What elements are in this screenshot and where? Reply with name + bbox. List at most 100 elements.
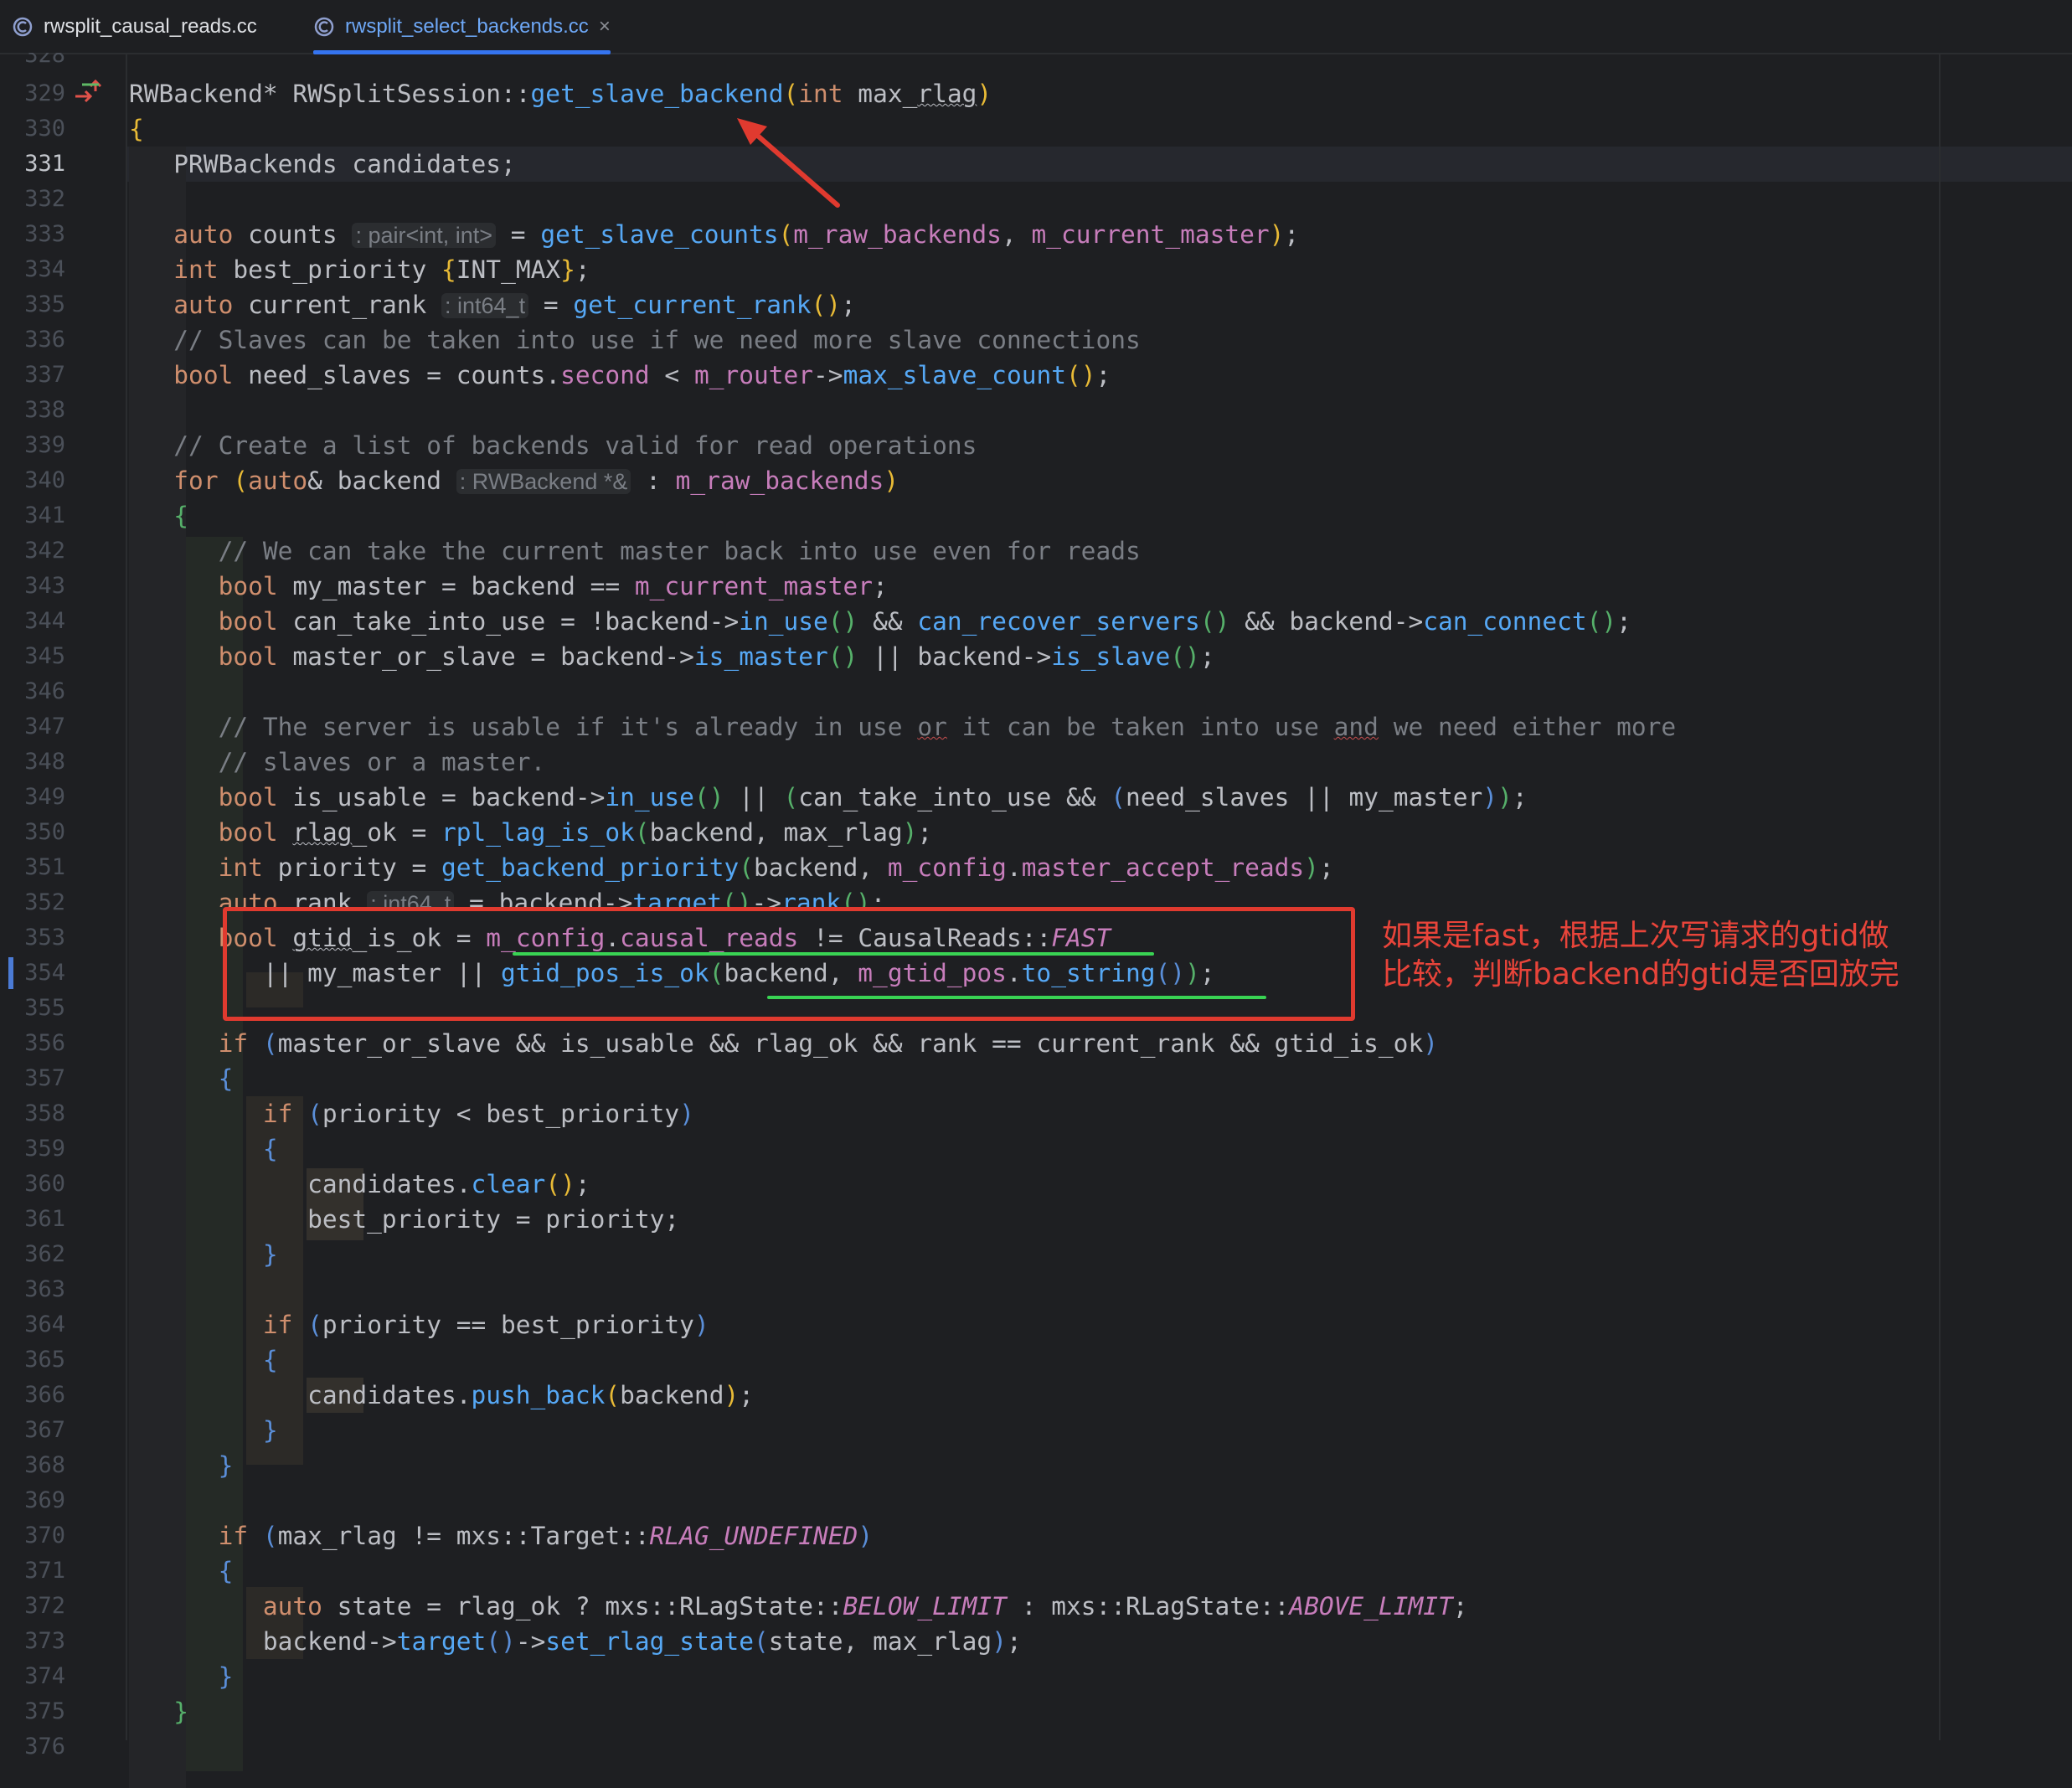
line-number[interactable]: 365: [0, 1342, 65, 1378]
code-line: // The server is usable if it's already …: [218, 713, 1677, 741]
line-number[interactable]: 335: [0, 287, 65, 322]
code-editor[interactable]: 328 329 330 331 332 333 334 335 336 337 338 339 340 3…: [0, 53, 2072, 1788]
line-number[interactable]: 369: [0, 1483, 65, 1518]
code-line: {: [262, 1346, 278, 1374]
cpp-file-icon: [12, 16, 34, 38]
line-number[interactable]: 344: [0, 604, 65, 639]
close-icon[interactable]: ×: [599, 15, 611, 39]
code-line: bool my_master = backend == m_current_ma…: [218, 572, 888, 600]
line-number[interactable]: 357: [0, 1061, 65, 1096]
tab-label: rwsplit_causal_reads.cc: [44, 14, 257, 38]
code-line: backend->target()->set_rlag_state(state,…: [129, 1627, 1022, 1656]
code-line: bool is_usable = backend->in_use() || (c…: [218, 783, 1528, 812]
code-line: // slaves or a master.: [218, 748, 546, 776]
tab-rwsplit-select-backends[interactable]: rwsplit_select_backends.cc ×: [313, 0, 611, 54]
line-number[interactable]: 373: [0, 1624, 65, 1659]
line-number[interactable]: 354: [0, 956, 65, 991]
code-line: }: [262, 1416, 278, 1445]
line-number[interactable]: 350: [0, 815, 65, 850]
type-hint: : RWBackend *&: [456, 469, 631, 494]
code-line: auto state = rlag_ok ? mxs::RLagState::B…: [262, 1592, 1468, 1621]
code-line: if (master_or_slave && is_usable && rlag…: [218, 1029, 1438, 1058]
code-line: bool master_or_slave = backend->is_maste…: [218, 642, 1215, 671]
line-number[interactable]: 366: [0, 1378, 65, 1413]
tab-rwsplit-causal-reads[interactable]: rwsplit_causal_reads.cc: [12, 0, 257, 53]
line-number[interactable]: 340: [0, 463, 65, 498]
code-line: // Slaves can be taken into use if we ne…: [173, 326, 1141, 354]
line-number[interactable]: 353: [0, 920, 65, 956]
line-number[interactable]: 352: [0, 885, 65, 920]
highlight-box: [223, 907, 1355, 1021]
code-line: {: [218, 1064, 234, 1093]
line-number[interactable]: 368: [0, 1448, 65, 1483]
line-number[interactable]: 348: [0, 745, 65, 780]
line-number[interactable]: 342: [0, 533, 65, 569]
line-number[interactable]: 341: [0, 498, 65, 533]
line-number[interactable]: 359: [0, 1131, 65, 1167]
code-line: bool can_take_into_use = !backend->in_us…: [218, 607, 1631, 636]
line-number[interactable]: 346: [0, 674, 65, 709]
line-number[interactable]: 345: [0, 639, 65, 674]
green-underline: [513, 952, 1154, 956]
line-number[interactable]: 364: [0, 1307, 65, 1342]
line-number[interactable]: 331: [0, 147, 65, 182]
line-number[interactable]: 375: [0, 1694, 65, 1729]
line-number[interactable]: 370: [0, 1518, 65, 1554]
line-number[interactable]: 351: [0, 850, 65, 885]
line-number[interactable]: 358: [0, 1096, 65, 1131]
line-number[interactable]: 330: [0, 111, 65, 147]
line-number[interactable]: 339: [0, 428, 65, 463]
line-number[interactable]: 349: [0, 780, 65, 815]
code-line: }: [262, 1240, 278, 1269]
code-line: {: [218, 1557, 234, 1585]
line-number[interactable]: 355: [0, 991, 65, 1026]
code-line: for (auto& backend : RWBackend *& : m_ra…: [173, 466, 899, 495]
line-number[interactable]: 360: [0, 1167, 65, 1202]
type-hint: : int64_t: [367, 891, 455, 907]
arrow-annotation: [737, 118, 840, 208]
code-line: best_priority = priority;: [129, 1205, 680, 1234]
line-number[interactable]: 356: [0, 1026, 65, 1061]
line-number[interactable]: 343: [0, 569, 65, 604]
code-line: int priority = get_backend_priority(back…: [218, 853, 1334, 882]
line-number[interactable]: 367: [0, 1413, 65, 1448]
code-line: if (priority < best_priority): [262, 1100, 694, 1128]
line-number[interactable]: 328: [0, 53, 65, 70]
line-number[interactable]: 333: [0, 217, 65, 252]
code-line: candidates.push_back(backend);: [129, 1381, 754, 1409]
code-line: {: [129, 115, 144, 143]
code-line: bool need_slaves = counts.second < m_rou…: [173, 361, 1111, 389]
line-number[interactable]: 347: [0, 709, 65, 745]
green-underline: [767, 996, 1266, 999]
type-hint: : pair<int, int>: [352, 223, 497, 248]
line-number[interactable]: 362: [0, 1237, 65, 1272]
code-line: }: [173, 1698, 189, 1726]
code-line: if (priority == best_priority): [262, 1311, 709, 1339]
line-number[interactable]: 329: [0, 76, 65, 111]
code-line: // We can take the current master back i…: [218, 537, 1141, 565]
line-number[interactable]: 336: [0, 322, 65, 358]
line-number[interactable]: 334: [0, 252, 65, 287]
annotation-line-2: 比较，判断backend的gtid是否回放完: [1382, 957, 1899, 992]
line-number[interactable]: 371: [0, 1554, 65, 1589]
line-number[interactable]: 337: [0, 358, 65, 393]
line-number[interactable]: 338: [0, 393, 65, 428]
code-line: }: [218, 1662, 234, 1691]
code-line: // Create a list of backends valid for r…: [173, 431, 977, 460]
line-number[interactable]: 361: [0, 1202, 65, 1237]
cpp-file-icon: [313, 16, 335, 38]
code-line: bool rlag_ok = rpl_lag_is_ok(backend, ma…: [218, 818, 933, 847]
line-number[interactable]: 363: [0, 1272, 65, 1307]
annotation-line-1: 如果是fast，根据上次写请求的gtid做: [1382, 919, 1889, 953]
line-number[interactable]: 376: [0, 1729, 65, 1765]
recursive-call-icon[interactable]: [70, 76, 104, 106]
line-number[interactable]: 374: [0, 1659, 65, 1694]
code-line: auto current_rank : int64_t = get_curren…: [173, 291, 856, 319]
line-number[interactable]: 372: [0, 1589, 65, 1624]
gutter-separator: [126, 54, 127, 1740]
line-number[interactable]: 332: [0, 182, 65, 217]
code-line: auto counts : pair<int, int> = get_slave…: [173, 220, 1300, 249]
code-line: {: [173, 502, 189, 530]
code-line: {: [262, 1135, 278, 1163]
code-area[interactable]: RWBackend* RWSplitSession::get_slave_bac…: [129, 54, 2055, 1740]
